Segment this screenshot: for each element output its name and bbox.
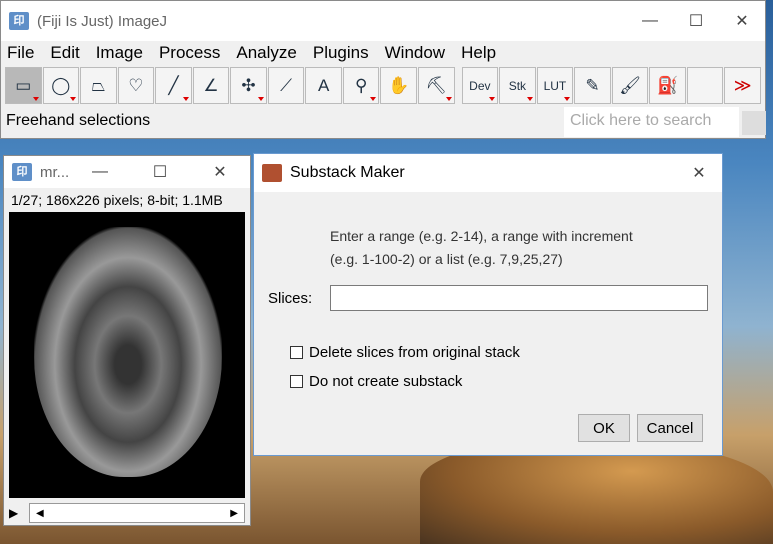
play-icon[interactable]: ▶ <box>9 506 29 520</box>
close-button[interactable]: ✕ <box>190 162 250 182</box>
text-tool-button[interactable]: A <box>305 67 342 104</box>
oval-tool-button[interactable]: ◯ <box>42 67 80 104</box>
dev-icon: Dev <box>469 78 491 93</box>
ok-button[interactable]: OK <box>578 414 630 442</box>
angle-tool-button[interactable]: ∠ <box>192 67 230 104</box>
brush-icon: 🖌 <box>619 75 641 95</box>
rectangle-icon: ▭ <box>15 75 32 95</box>
color-picker-icon: ⛏ <box>425 75 448 95</box>
freehand-tool-button[interactable]: ♡ <box>117 67 155 104</box>
text-icon: A <box>317 75 330 95</box>
stk-icon: Stk <box>508 78 527 93</box>
menu-file[interactable]: File <box>7 43 34 63</box>
search-input[interactable]: Click here to search <box>564 107 739 137</box>
polygon-icon: ⏢ <box>91 75 106 95</box>
stk-tool-button[interactable]: Stk <box>499 67 536 104</box>
more-tool-button[interactable]: ≫ <box>724 67 761 104</box>
scroll-right-icon[interactable]: ▶ <box>230 508 238 519</box>
dropdown-arrow-icon <box>32 97 39 101</box>
menu-analyze[interactable]: Analyze <box>236 43 296 63</box>
delete-slices-checkbox[interactable]: Delete slices from original stack <box>290 344 520 361</box>
maximize-button[interactable]: ☐ <box>130 162 190 182</box>
no-substack-checkbox[interactable]: Do not create substack <box>290 373 462 390</box>
multipoint-icon: ✣ <box>241 75 256 95</box>
minimize-button[interactable]: — <box>627 12 673 30</box>
menu-bar: File Edit Image Process Analyze Plugins Window… <box>1 41 765 65</box>
maximize-button[interactable]: ☐ <box>673 11 719 31</box>
close-button[interactable]: ✕ <box>719 11 765 31</box>
line-icon: ╱ <box>168 75 179 95</box>
hand-tool-button[interactable]: ✋ <box>380 67 418 104</box>
instructions-line1: Enter a range (e.g. 2-14), a range with … <box>330 228 633 244</box>
toolbar: ▭ ◯ ⏢ ♡ ╱ ∠ ✣ ⟋ A ⚲ ✋ ⛏ Dev Stk LUT ✎ 🖌 ⛽ ≫ <box>1 65 765 105</box>
lut-tool-button[interactable]: LUT <box>536 67 574 104</box>
pencil-icon: ✎ <box>585 75 600 95</box>
dropdown-arrow-icon <box>445 97 452 101</box>
dropdown-arrow-icon <box>564 97 571 101</box>
minimize-button[interactable]: — <box>70 163 130 181</box>
line-tool-button[interactable]: ╱ <box>155 67 192 104</box>
dropdown-arrow-icon <box>370 97 377 101</box>
menu-process[interactable]: Process <box>159 43 220 63</box>
menu-image[interactable]: Image <box>96 43 143 63</box>
lut-icon: LUT <box>543 78 567 93</box>
slices-input[interactable] <box>330 285 708 311</box>
pencil-tool-button[interactable]: ✎ <box>574 67 611 104</box>
multipoint-tool-button[interactable]: ✣ <box>230 67 267 104</box>
dialog-title: Substack Maker <box>290 164 405 181</box>
dropdown-arrow-icon <box>257 97 264 101</box>
angle-icon: ∠ <box>203 75 219 95</box>
image-window: 印 mr... — ☐ ✕ 1/27; 186x226 pixels; 8-bit; 1… <box>3 155 251 526</box>
oval-icon: ◯ <box>51 75 71 95</box>
rectangle-tool-button[interactable]: ▭ <box>5 67 42 104</box>
magnifier-tool-button[interactable]: ⚲ <box>342 67 380 104</box>
dropdown-arrow-icon <box>526 97 533 101</box>
wand-icon: ⟋ <box>280 75 293 95</box>
status-bar: Freehand selections Click here to search <box>1 105 766 137</box>
menu-edit[interactable]: Edit <box>50 43 79 63</box>
scroll-left-icon[interactable]: ◀ <box>36 508 44 519</box>
dropdown-arrow-icon <box>182 97 189 101</box>
fiji-logo-icon: 印 <box>9 12 29 30</box>
dev-tool-button[interactable]: Dev <box>461 67 499 104</box>
brush-tool-button[interactable]: 🖌 <box>611 67 649 104</box>
magnifier-icon: ⚲ <box>354 75 368 95</box>
menu-plugins[interactable]: Plugins <box>313 43 369 63</box>
search-button[interactable] <box>742 111 766 135</box>
window-title: (Fiji Is Just) ImageJ <box>37 12 168 30</box>
image-info: 1/27; 186x226 pixels; 8-bit; 1.1MB <box>11 192 223 208</box>
dropdown-arrow-icon <box>489 97 496 101</box>
image-title: mr... <box>40 163 70 181</box>
status-text: Freehand selections <box>6 112 151 129</box>
polygon-tool-button[interactable]: ⏢ <box>80 67 117 104</box>
wand-tool-button[interactable]: ⟋ <box>267 67 305 104</box>
imagej-main-window: 印 (Fiji Is Just) ImageJ — ☐ ✕ File Edit Image P… <box>0 0 766 139</box>
mri-slice <box>34 227 222 477</box>
imagej-icon <box>262 164 282 182</box>
menu-help[interactable]: Help <box>461 43 496 63</box>
freehand-icon: ♡ <box>128 75 144 95</box>
instructions-line2: (e.g. 1-100-2) or a list (e.g. 7,9,25,27… <box>330 251 563 267</box>
hand-icon: ✋ <box>388 75 410 95</box>
blank-tool-button[interactable] <box>686 67 724 104</box>
slices-label: Slices: <box>268 290 313 307</box>
dropdown-arrow-icon <box>70 97 77 101</box>
cancel-button[interactable]: Cancel <box>637 414 703 442</box>
menu-window[interactable]: Window <box>385 43 445 63</box>
close-button[interactable]: ✕ <box>676 163 722 183</box>
slice-scrollbar[interactable]: ▶ ◀ ▶ <box>9 502 245 524</box>
flood-fill-tool-button[interactable]: ⛽ <box>649 67 686 104</box>
flood-fill-icon: ⛽ <box>656 75 679 95</box>
more-icon: ≫ <box>733 75 752 95</box>
image-title-bar: 印 mr... — ☐ ✕ <box>4 156 250 188</box>
dialog-title-bar: Substack Maker ✕ <box>254 154 722 192</box>
fiji-logo-icon: 印 <box>12 163 32 181</box>
title-bar: 印 (Fiji Is Just) ImageJ — ☐ ✕ <box>1 1 765 41</box>
image-canvas[interactable] <box>9 212 245 498</box>
color-picker-tool-button[interactable]: ⛏ <box>418 67 455 104</box>
